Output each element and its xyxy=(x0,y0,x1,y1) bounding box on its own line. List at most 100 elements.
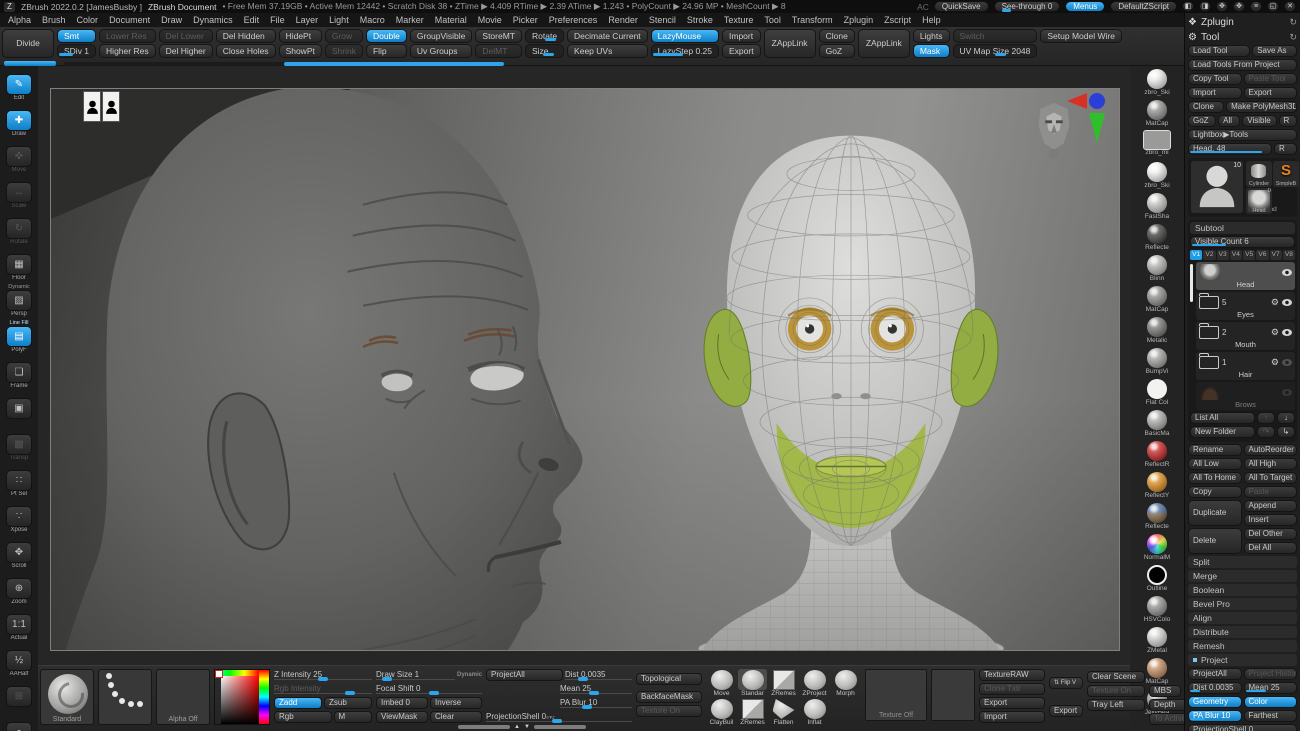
brush-shortcut[interactable]: Inflat xyxy=(799,699,830,728)
material-sphere-icon[interactable] xyxy=(1147,193,1167,213)
tray-item[interactable]: ● xyxy=(4,716,34,731)
shelf-scrollbar[interactable]: ▲▼ xyxy=(458,724,586,730)
tray-icon[interactable]: ▦ xyxy=(6,254,32,275)
brush-shortcut[interactable]: ZRemes xyxy=(768,670,799,699)
menu-item[interactable]: Transform xyxy=(792,15,833,25)
duplicate-button[interactable]: Duplicate xyxy=(1188,500,1242,526)
material-item[interactable]: MatCap xyxy=(1135,286,1179,317)
export-button[interactable]: Export xyxy=(1049,705,1083,717)
material-sphere-icon[interactable] xyxy=(1147,627,1167,647)
material-sphere-icon[interactable] xyxy=(1147,286,1167,306)
subtool-view-tab[interactable]: V1 xyxy=(1190,250,1202,260)
new-folder-button[interactable]: New Folder xyxy=(1190,426,1255,438)
tray-item[interactable]: ↔ Scale xyxy=(4,176,34,210)
menu-item[interactable]: Macro xyxy=(360,15,385,25)
shelf-button[interactable]: GroupVisible xyxy=(410,29,473,43)
project-section[interactable]: Project xyxy=(1188,654,1297,666)
shelf-button[interactable]: Divide xyxy=(2,29,54,58)
shelf-button[interactable]: Decimate Current xyxy=(567,29,648,43)
elbow-arrow-button[interactable]: ↳ xyxy=(1277,426,1295,438)
subtool-action-button[interactable]: Copy xyxy=(1188,486,1242,498)
saturation-value-square[interactable] xyxy=(221,676,259,724)
shelf-button[interactable]: UV Map Size 2048 xyxy=(953,44,1038,58)
project-control[interactable]: ProjectionShell 0 xyxy=(1188,724,1297,731)
move-up-button[interactable]: ↑ xyxy=(1257,412,1275,424)
active-tool-thumbnail[interactable]: 10 Head xyxy=(1191,161,1243,213)
subtool-thumbnail[interactable] xyxy=(1199,356,1219,369)
window-menu-button[interactable]: ≡ xyxy=(1250,1,1262,12)
current-brush-thumbnail[interactable]: Standard xyxy=(40,669,94,725)
shelf-button[interactable]: Higher Res xyxy=(99,44,156,58)
project-control[interactable]: Color xyxy=(1244,696,1298,708)
topological-button[interactable]: Topological xyxy=(636,673,702,685)
tray-icon[interactable]: ▨ xyxy=(6,290,32,311)
menu-item[interactable]: Render xyxy=(608,15,638,25)
doc-pair-icon[interactable]: ◧ xyxy=(1182,1,1194,12)
eye-icon[interactable] xyxy=(1282,269,1292,276)
hue-strip[interactable] xyxy=(259,670,269,724)
tool-button[interactable]: Copy Tool xyxy=(1188,73,1242,85)
tray-item[interactable]: ▣ xyxy=(4,392,34,426)
silhouette-thumb-2[interactable] xyxy=(102,91,120,122)
material-sphere-icon[interactable] xyxy=(1144,131,1170,149)
subtool-action-button[interactable]: All To Target xyxy=(1244,472,1298,484)
menu-item[interactable]: Alpha xyxy=(8,15,31,25)
shelf-button[interactable]: LazyMouse xyxy=(651,29,719,43)
shelf-button[interactable]: SDiv 1 xyxy=(57,44,96,58)
tray-item[interactable]: ∷ Pt Sel xyxy=(4,464,34,498)
tool-button[interactable]: Import xyxy=(1188,87,1242,99)
subtool-view-tab[interactable]: V8 xyxy=(1283,250,1295,260)
tool-button[interactable]: R xyxy=(1274,143,1297,155)
gear-icon[interactable]: ⚙ xyxy=(1271,297,1279,308)
tool-button[interactable]: Clone xyxy=(1188,101,1224,113)
menu-item[interactable]: Dynamics xyxy=(193,15,233,25)
tool-button[interactable]: Load Tools From Project xyxy=(1188,59,1297,71)
menu-item[interactable]: Preferences xyxy=(549,15,598,25)
scene-button[interactable]: Clear Scene xyxy=(1087,671,1145,683)
tool-button[interactable]: GoZ xyxy=(1188,115,1216,127)
m-button[interactable]: M xyxy=(334,711,373,723)
material-item[interactable]: NormalM xyxy=(1135,534,1179,565)
texture-action-button[interactable]: Clone Txtr xyxy=(979,683,1045,695)
silhouette-thumb-1[interactable] xyxy=(83,91,101,122)
refresh-icon[interactable]: ↻ xyxy=(1289,17,1297,28)
shelf-button[interactable]: Shrink xyxy=(325,44,363,58)
del-all-button[interactable]: Del All xyxy=(1244,542,1298,554)
eye-icon[interactable] xyxy=(1282,299,1292,306)
rgb-intensity-slider[interactable]: Rgb Intensity xyxy=(274,683,372,695)
mbs-button[interactable]: MBS xyxy=(1149,685,1181,697)
tray-item[interactable]: Line Fill ▤ PolyF xyxy=(4,320,34,354)
shelf-button[interactable]: Import xyxy=(722,29,761,43)
shelf-button[interactable]: Del Higher xyxy=(159,44,213,58)
gear-icon[interactable]: ⚙ xyxy=(1271,357,1279,368)
brush-shortcut[interactable]: Flatten xyxy=(768,699,799,728)
subtool-item[interactable]: 2 ⚙ Mouth xyxy=(1196,322,1295,350)
color-picker[interactable] xyxy=(214,669,270,725)
brush-shortcut[interactable]: Morph xyxy=(830,670,861,699)
palette-section[interactable]: Bevel Pro xyxy=(1188,598,1297,610)
quicksave-button[interactable]: QuickSave xyxy=(934,1,989,12)
material-sphere-icon[interactable] xyxy=(1147,224,1167,244)
texture-action-button[interactable]: TextureRAW xyxy=(979,669,1045,681)
list-all-button[interactable]: List All xyxy=(1190,412,1255,424)
menu-item[interactable]: Material xyxy=(435,15,467,25)
tray-item[interactable]: ⊕ Zoom xyxy=(4,572,34,606)
current-alpha-thumbnail[interactable]: Alpha Off xyxy=(156,669,210,725)
menu-item[interactable]: Edit xyxy=(244,15,260,25)
tool-button[interactable]: Load Tool xyxy=(1188,45,1250,57)
material-item[interactable]: BumpVi xyxy=(1135,348,1179,379)
shelf-button[interactable]: Del Lower xyxy=(159,29,213,43)
material-sphere-icon[interactable] xyxy=(1147,441,1167,461)
shelf-button[interactable]: Setup Model Wire xyxy=(1040,29,1122,43)
brush-shortcut[interactable]: ZRemes xyxy=(737,699,768,728)
material-sphere-icon[interactable] xyxy=(1147,100,1167,120)
inverse-button[interactable]: Inverse xyxy=(430,697,482,709)
menu-item[interactable]: Movie xyxy=(478,15,502,25)
material-sphere-icon[interactable] xyxy=(1147,162,1167,182)
menu-item[interactable]: Texture xyxy=(724,15,754,25)
see-through-slider[interactable]: See-through 0 xyxy=(994,1,1061,12)
material-item[interactable]: HSVColo xyxy=(1135,596,1179,627)
material-sphere-icon[interactable] xyxy=(1147,255,1167,275)
menu-item[interactable]: Document xyxy=(109,15,150,25)
shelf-button[interactable]: HidePt xyxy=(279,29,322,43)
